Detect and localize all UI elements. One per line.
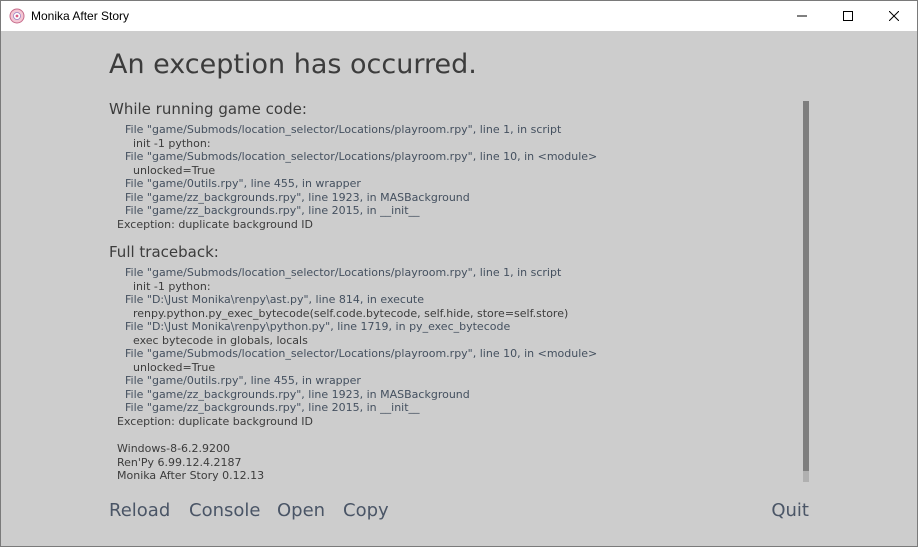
while-running-traceback: File "game/Submods/location_selector/Loc… (117, 123, 597, 231)
console-button[interactable]: Console (189, 500, 260, 521)
action-bar: Reload Console Open Copy Quit (109, 500, 809, 524)
traceback-file-line: File "D:\Just Monika\renpy\python.py", l… (125, 320, 511, 333)
traceback-file-line: File "game/zz_backgrounds.rpy", line 192… (125, 387, 470, 401)
reload-button[interactable]: Reload (109, 500, 170, 521)
title-bar[interactable]: Monika After Story (1, 1, 917, 31)
exception-message: Exception: duplicate background ID (117, 414, 314, 428)
traceback-file-line: File "game/0utils.rpy", line 455, in wra… (125, 177, 361, 190)
system-info-line: Monika After Story 0.12.13 (117, 469, 265, 482)
maximize-icon (843, 11, 853, 21)
traceback-code-line: unlocked=True (133, 163, 216, 177)
traceback-file-line: File "game/zz_backgrounds.rpy", line 201… (125, 401, 420, 414)
traceback-code-line: exec bytecode in globals, locals (133, 333, 308, 347)
exception-heading: An exception has occurred. (109, 49, 477, 80)
quit-button[interactable]: Quit (771, 500, 809, 521)
system-info-line: Ren'Py 6.99.12.4.2187 (117, 455, 242, 469)
traceback-file-line: File "game/Submods/location_selector/Loc… (125, 150, 598, 163)
copy-button[interactable]: Copy (343, 500, 389, 521)
traceback-code-line: renpy.python.py_exec_bytecode(self.code.… (133, 306, 569, 320)
open-button[interactable]: Open (277, 500, 325, 521)
window-controls (779, 1, 917, 31)
exception-screen: An exception has occurred. While running… (1, 31, 917, 546)
while-running-title: While running game code: (109, 100, 307, 118)
close-button[interactable] (871, 1, 917, 31)
close-icon (889, 11, 899, 21)
minimize-icon (797, 15, 807, 17)
traceback-file-line: File "game/Submods/location_selector/Loc… (125, 123, 562, 136)
traceback-code-line: unlocked=True (133, 360, 216, 374)
system-info: Windows-8-6.2.9200 Ren'Py 6.99.12.4.2187 M… (117, 442, 264, 483)
scrollbar-thumb[interactable] (803, 101, 809, 471)
full-traceback: File "game/Submods/location_selector/Loc… (117, 266, 597, 428)
traceback-file-line: File "game/Submods/location_selector/Loc… (125, 347, 598, 360)
traceback-code-line: init -1 python: (133, 136, 211, 150)
maximize-button[interactable] (825, 1, 871, 31)
traceback-file-line: File "game/zz_backgrounds.rpy", line 192… (125, 190, 470, 204)
traceback-code-line: init -1 python: (133, 279, 211, 293)
traceback-file-line: File "game/zz_backgrounds.rpy", line 201… (125, 204, 420, 217)
traceback-file-line: File "D:\Just Monika\renpy\ast.py", line… (125, 293, 424, 306)
exception-message: Exception: duplicate background ID (117, 217, 314, 231)
traceback-file-line: File "game/Submods/location_selector/Loc… (125, 266, 562, 279)
vertical-scrollbar[interactable] (803, 101, 809, 482)
minimize-button[interactable] (779, 1, 825, 31)
app-window: Monika After Story An exception has occu… (0, 0, 918, 547)
full-traceback-title: Full traceback: (109, 243, 219, 261)
window-title: Monika After Story (31, 9, 130, 23)
app-icon (9, 8, 25, 24)
traceback-file-line: File "game/0utils.rpy", line 455, in wra… (125, 374, 361, 387)
system-info-line: Windows-8-6.2.9200 (117, 442, 231, 455)
